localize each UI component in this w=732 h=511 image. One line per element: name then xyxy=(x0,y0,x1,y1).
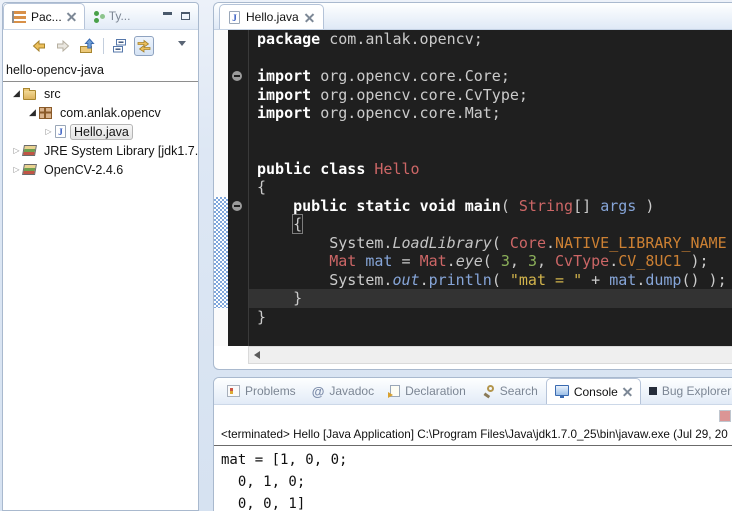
tab-hello-java[interactable]: Hello.java xyxy=(219,4,324,29)
tree-item-jre-library[interactable]: ▷ JRE System Library [jdk1.7.0 xyxy=(3,141,198,160)
close-icon[interactable] xyxy=(67,12,76,21)
editor-tab-bar: Hello.java xyxy=(214,3,732,30)
library-icon xyxy=(22,145,37,156)
forward-arrow-icon[interactable] xyxy=(53,36,73,56)
annotation-ruler[interactable] xyxy=(214,30,228,346)
tab-declaration[interactable]: Declaration xyxy=(382,378,474,404)
code-lines[interactable]: package com.anlak.opencv;import org.open… xyxy=(249,30,732,346)
java-file-icon xyxy=(55,125,66,138)
tree-item-label: Hello.java xyxy=(70,124,133,140)
tab-label: Pac... xyxy=(31,10,62,24)
fold-ruler[interactable] xyxy=(228,30,249,346)
tab-label: Javadoc xyxy=(329,384,374,398)
console-process-label: <terminated> Hello [Java Application] C:… xyxy=(214,427,732,446)
expand-arrow[interactable]: ▷ xyxy=(10,141,23,160)
console-view: Problems Javadoc Declaration Search Cons… xyxy=(213,377,732,511)
tab-search[interactable]: Search xyxy=(474,378,546,404)
collapse-all-icon[interactable] xyxy=(110,36,130,56)
tab-label: Search xyxy=(500,384,538,398)
expand-arrow[interactable]: ◢ xyxy=(26,103,39,122)
close-icon[interactable] xyxy=(305,13,314,22)
bottom-tab-bar: Problems Javadoc Declaration Search Cons… xyxy=(214,378,732,405)
tab-label: Console xyxy=(574,385,618,399)
close-icon[interactable] xyxy=(623,387,632,396)
tab-javadoc[interactable]: Javadoc xyxy=(304,378,382,404)
type-hierarchy-icon xyxy=(93,10,104,23)
minimize-icon[interactable] xyxy=(163,12,172,15)
console-output[interactable]: mat = [1, 0, 0; 0, 1, 0; 0, 0, 1] xyxy=(214,446,732,511)
tab-label: Declaration xyxy=(405,384,466,398)
tree-item-opencv-library[interactable]: ▷ OpenCV-2.4.6 xyxy=(3,160,198,179)
package-explorer-icon xyxy=(12,11,26,23)
sidebar-tab-bar: Pac... Ty... xyxy=(3,3,198,30)
fold-marker-icon[interactable] xyxy=(232,201,242,211)
tab-console[interactable]: Console xyxy=(546,378,641,404)
up-folder-icon[interactable] xyxy=(77,36,97,56)
expand-arrow[interactable]: ▷ xyxy=(10,160,23,179)
terminate-icon[interactable] xyxy=(719,410,731,422)
project-tree: ◢ src ◢ com.anlak.opencv ▷ Hello.java ▷ … xyxy=(3,84,198,179)
declaration-icon xyxy=(390,385,400,397)
editor-footer xyxy=(214,346,732,364)
horizontal-scrollbar[interactable] xyxy=(248,346,732,364)
bug-explorer-icon xyxy=(649,387,657,395)
console-toolbar xyxy=(214,405,732,427)
tab-label: Problems xyxy=(245,384,296,398)
editor-area: Hello.java package com.anlak.opencv;impo… xyxy=(213,2,732,370)
tree-item-hello-java[interactable]: ▷ Hello.java xyxy=(3,122,198,141)
link-with-editor-icon[interactable] xyxy=(134,36,154,56)
tab-problems[interactable]: Problems xyxy=(219,378,304,404)
tab-bug-explorer[interactable]: Bug Explorer xyxy=(641,378,732,404)
view-menu-icon[interactable] xyxy=(178,41,186,50)
tree-item-label: src xyxy=(40,86,65,102)
editor-tab-label: Hello.java xyxy=(246,10,299,24)
console-icon xyxy=(555,385,569,396)
tree-item-label: com.anlak.opencv xyxy=(56,105,165,121)
tab-label: Bug Explorer xyxy=(662,384,731,398)
explorer-toolbar xyxy=(3,30,198,58)
maximize-icon[interactable] xyxy=(181,12,190,20)
eclipse-workbench: Pac... Ty... xyxy=(0,0,732,511)
expand-arrow[interactable]: ▷ xyxy=(42,122,55,141)
search-icon xyxy=(482,385,495,398)
library-icon xyxy=(22,164,37,175)
view-window-buttons xyxy=(159,3,198,29)
tab-label: Ty... xyxy=(109,9,131,23)
back-arrow-icon[interactable] xyxy=(29,36,49,56)
tree-item-src[interactable]: ◢ src xyxy=(3,84,198,103)
tab-type-hierarchy[interactable]: Ty... xyxy=(85,3,139,29)
package-icon xyxy=(39,107,52,119)
tab-package-explorer[interactable]: Pac... xyxy=(3,3,85,29)
tree-item-label: OpenCV-2.4.6 xyxy=(40,162,127,178)
package-explorer-view: Pac... Ty... xyxy=(2,2,199,511)
tree-item-package[interactable]: ◢ com.anlak.opencv xyxy=(3,103,198,122)
scroll-left-icon[interactable] xyxy=(254,351,260,359)
code-editor[interactable]: package com.anlak.opencv;import org.open… xyxy=(214,30,732,346)
javadoc-icon xyxy=(312,385,325,398)
expand-arrow[interactable]: ◢ xyxy=(10,84,23,103)
project-label[interactable]: hello-opencv-java xyxy=(3,58,198,82)
problems-icon xyxy=(227,385,240,397)
fold-marker-icon[interactable] xyxy=(232,71,242,81)
source-folder-icon xyxy=(23,90,36,100)
java-file-icon xyxy=(229,11,240,24)
toolbar-separator xyxy=(103,38,104,54)
range-indicator xyxy=(214,197,228,308)
tree-item-label: JRE System Library [jdk1.7.0 xyxy=(40,143,198,159)
